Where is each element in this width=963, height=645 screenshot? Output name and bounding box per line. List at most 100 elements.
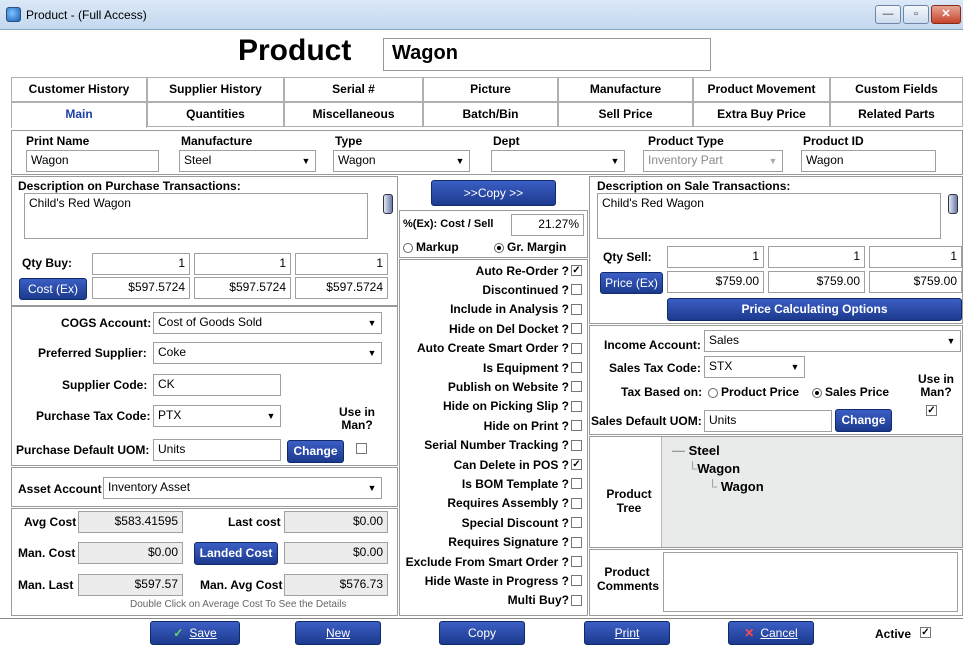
option-row[interactable]: Requires Assembly ? — [447, 495, 582, 512]
qty-buy-2[interactable]: 1 — [194, 253, 291, 275]
supplier-code-field[interactable]: CK — [153, 374, 281, 396]
option-checkbox[interactable]: ✓ — [571, 459, 582, 470]
cost-ex-button[interactable]: Cost (Ex) — [19, 278, 87, 300]
qty-sell-1[interactable]: 1 — [667, 246, 764, 268]
product-name-field[interactable]: Wagon — [383, 38, 711, 71]
cost-1[interactable]: $597.5724 — [92, 277, 190, 299]
income-account-select[interactable]: Sales ▼ — [704, 330, 961, 352]
option-checkbox[interactable] — [571, 400, 582, 412]
tab-picture[interactable]: Picture — [423, 77, 558, 102]
option-checkbox[interactable] — [571, 420, 582, 432]
price-calculating-options-button[interactable]: Price Calculating Options — [667, 298, 962, 321]
option-checkbox[interactable] — [571, 381, 582, 393]
qty-buy-3[interactable]: 1 — [295, 253, 388, 275]
purchase-use-in-man-checkbox[interactable] — [356, 443, 367, 454]
scroll-icon[interactable] — [948, 194, 958, 214]
dept-select[interactable]: ▼ — [491, 150, 625, 172]
option-row[interactable]: Is Equipment ? — [483, 359, 582, 376]
option-checkbox[interactable] — [571, 323, 582, 335]
copy-button[interactable]: Copy — [439, 621, 525, 645]
qty-buy-1[interactable]: 1 — [92, 253, 190, 275]
purchase-tax-select[interactable]: PTX ▼ — [153, 405, 281, 427]
option-row[interactable]: Auto Create Smart Order ? — [417, 340, 582, 357]
product-type-select[interactable]: Inventory Part ▼ — [643, 150, 783, 172]
option-checkbox[interactable] — [571, 575, 582, 587]
type-select[interactable]: Wagon ▼ — [333, 150, 470, 172]
option-checkbox[interactable] — [571, 478, 582, 490]
tab-product-movement[interactable]: Product Movement — [693, 77, 830, 102]
purchase-uom-field[interactable]: Units — [153, 439, 281, 461]
tab-related-parts[interactable]: Related Parts — [830, 102, 963, 127]
scroll-icon[interactable] — [383, 194, 393, 214]
tab-extra-buy-price[interactable]: Extra Buy Price — [693, 102, 830, 127]
cost-2[interactable]: $597.5724 — [194, 277, 291, 299]
option-row[interactable]: Include in Analysis ? — [450, 301, 582, 318]
price-2[interactable]: $759.00 — [768, 271, 865, 293]
option-row[interactable]: Special Discount ? — [462, 514, 582, 531]
price-3[interactable]: $759.00 — [869, 271, 962, 293]
save-button[interactable]: ✓ Save — [150, 621, 240, 645]
qty-sell-2[interactable]: 1 — [768, 246, 865, 268]
sales-uom-field[interactable]: Units — [704, 410, 832, 432]
active-checkbox[interactable]: ✓ — [920, 627, 931, 638]
copy-description-button[interactable]: >>Copy >> — [431, 180, 556, 206]
sales-tax-select[interactable]: STX ▼ — [704, 356, 805, 378]
sales-price-radio[interactable]: Sales Price — [812, 385, 889, 399]
tree-node-child[interactable]: └Wagon — [688, 461, 740, 476]
option-row[interactable]: Auto Re-Order ? ✓ — [476, 262, 582, 279]
avg-cost-field[interactable]: $583.41595 — [78, 511, 183, 533]
tab-batch-bin[interactable]: Batch/Bin — [423, 102, 558, 127]
option-checkbox[interactable] — [571, 497, 582, 509]
option-row[interactable]: Exclude From Smart Order ? — [406, 553, 582, 570]
gr-margin-radio[interactable]: Gr. Margin — [494, 240, 566, 254]
option-row[interactable]: Hide on Print ? — [484, 417, 582, 434]
option-row[interactable]: Hide on Picking Slip ? — [443, 398, 582, 415]
option-row[interactable]: Hide Waste in Progress ? — [425, 572, 582, 589]
option-row[interactable]: Requires Signature ? — [448, 534, 582, 551]
option-checkbox[interactable] — [571, 284, 582, 296]
option-row[interactable]: Publish on Website ? — [448, 378, 582, 395]
cost-3[interactable]: $597.5724 — [295, 277, 388, 299]
close-button[interactable]: ✕ — [931, 5, 961, 24]
landed-cost-button[interactable]: Landed Cost — [194, 542, 278, 565]
cost-sell-field[interactable]: 21.27% — [511, 214, 584, 236]
cogs-select[interactable]: Cost of Goods Sold ▼ — [153, 312, 382, 334]
sale-use-in-man-checkbox[interactable]: ✓ — [926, 405, 937, 416]
supplier-select[interactable]: Coke ▼ — [153, 342, 382, 364]
tab-miscellaneous[interactable]: Miscellaneous — [284, 102, 423, 127]
option-checkbox[interactable] — [571, 303, 582, 315]
option-row[interactable]: Is BOM Template ? — [462, 475, 582, 492]
option-checkbox[interactable] — [571, 517, 582, 529]
tree-node-root[interactable]: — Steel — [672, 443, 720, 458]
man-last-field[interactable]: $597.57 — [78, 574, 183, 596]
print-button[interactable]: Print — [584, 621, 670, 645]
option-row[interactable]: Can Delete in POS ? ✓ — [454, 456, 582, 473]
price-ex-button[interactable]: Price (Ex) — [600, 272, 663, 294]
option-checkbox[interactable] — [571, 342, 582, 354]
product-id-field[interactable]: Wagon — [801, 150, 936, 172]
option-checkbox[interactable] — [571, 362, 582, 373]
cancel-button[interactable]: ✕ Cancel — [728, 621, 814, 645]
manufacture-select[interactable]: Steel ▼ — [179, 150, 316, 172]
tab-serial[interactable]: Serial # — [284, 77, 423, 102]
option-row[interactable]: Serial Number Tracking ? — [424, 437, 582, 454]
tab-sell-price[interactable]: Sell Price — [558, 102, 693, 127]
option-checkbox[interactable] — [571, 439, 582, 451]
tab-supplier-history[interactable]: Supplier History — [147, 77, 284, 102]
option-checkbox[interactable] — [571, 536, 582, 548]
maximize-button[interactable]: ▫ — [903, 5, 929, 24]
tab-quantities[interactable]: Quantities — [147, 102, 284, 127]
sale-desc-field[interactable]: Child's Red Wagon — [597, 193, 941, 239]
tab-customer-history[interactable]: Customer History — [11, 77, 147, 102]
product-comments-field[interactable] — [663, 552, 958, 612]
sales-uom-change-button[interactable]: Change — [835, 409, 892, 432]
tab-main[interactable]: Main — [11, 102, 147, 128]
tab-custom-fields[interactable]: Custom Fields — [830, 77, 963, 102]
option-checkbox[interactable] — [571, 556, 582, 567]
new-button[interactable]: New — [295, 621, 381, 645]
asset-account-select[interactable]: Inventory Asset ▼ — [103, 477, 382, 499]
price-1[interactable]: $759.00 — [667, 271, 764, 293]
product-tree-view[interactable]: — Steel └Wagon └ Wagon — [661, 437, 962, 547]
option-checkbox[interactable]: ✓ — [571, 265, 582, 276]
option-row[interactable]: Discontinued ? — [482, 281, 582, 298]
